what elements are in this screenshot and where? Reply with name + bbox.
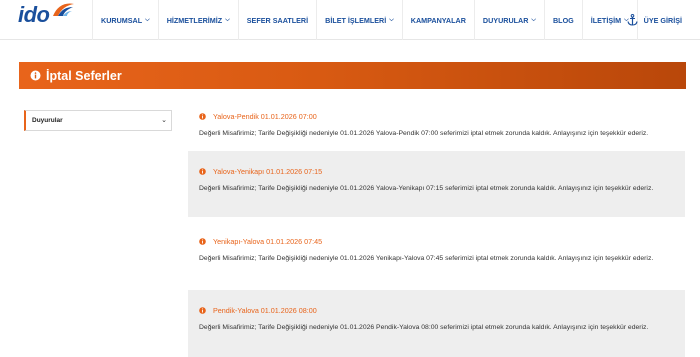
info-circle-icon (199, 238, 206, 245)
nav-item-label: BLOG (552, 15, 574, 25)
wave-logo-icon (51, 2, 75, 23)
announcement-body: Değerli Misafirimiz; Tarife Değişikliği … (199, 324, 649, 331)
page-title-bar: İptal Seferler (19, 62, 686, 89)
announcement-item: Yalova-Pendik 01.01.2026 07:00 Değerli M… (188, 106, 685, 148)
nav-item-label: DUYURULAR (482, 15, 529, 25)
nav-item-label: SEFER SAATLERİ (246, 15, 309, 25)
announcement-item: Yenikapı-Yalova 01.01.2026 07:45 Değerli… (188, 221, 685, 287)
nav-item-hizmetlerimiz[interactable]: HİZMETLERİMİZ ⌵ (159, 0, 239, 40)
nav-item-label: HİZMETLERİMİZ (166, 15, 223, 25)
chevron-down-icon: ⌵ (225, 16, 230, 23)
nav-item-label: BİLET İŞLEMLERİ (325, 15, 387, 25)
announcement-title[interactable]: Yalova-Pendik 01.01.2026 07:00 (199, 112, 317, 121)
main-nav: KURUMSAL ⌵ HİZMETLERİMİZ ⌵ SEFER SAATLER… (92, 0, 638, 40)
chevron-down-icon: ⌵ (145, 16, 150, 23)
category-select-value: Duyurular (32, 117, 63, 124)
nav-item-sefer-saatleri[interactable]: SEFER SAATLERİ (239, 0, 318, 40)
announcement-body: Değerli Misafirimiz; Tarife Değişikliği … (199, 130, 649, 137)
announcement-title-text: Yenikapı-Yalova 01.01.2026 07:45 (213, 237, 323, 246)
chevron-down-icon: ⌄ (161, 117, 167, 124)
category-select[interactable]: Duyurular ⌄ (24, 110, 172, 131)
info-circle-icon (199, 307, 206, 314)
announcement-item: Pendik-Yalova 01.01.2026 08:00 Değerli M… (188, 290, 685, 357)
logo-text: ido (18, 2, 50, 27)
anchor-icon (627, 14, 638, 26)
info-circle-icon (199, 168, 206, 175)
info-circle-icon (199, 113, 206, 120)
announcement-title[interactable]: Yenikapı-Yalova 01.01.2026 07:45 (199, 237, 322, 246)
site-header: ido KURUMSAL ⌵ HİZMETLERİMİZ ⌵ SEFER SAA… (0, 0, 700, 40)
announcement-title-text: Yalova-Yenikapı 01.01.2026 07:15 (213, 167, 323, 176)
page-title: İptal Seferler (46, 68, 122, 83)
announcement-item: Yalova-Yenikapı 01.01.2026 07:15 Değerli… (188, 151, 685, 217)
nav-item-label: İLETİŞİM (590, 15, 622, 25)
announcement-body: Değerli Misafirimiz; Tarife Değişikliği … (199, 255, 654, 262)
announcement-body: Değerli Misafirimiz; Tarife Değişikliği … (199, 185, 654, 192)
nav-item-label: KURUMSAL (101, 15, 143, 25)
member-login-link[interactable]: ÜYE GİRİŞİ (627, 0, 682, 40)
nav-item-blog[interactable]: BLOG (545, 0, 583, 40)
nav-item-bilet-islemleri[interactable]: BİLET İŞLEMLERİ ⌵ (317, 0, 403, 40)
nav-item-duyurular[interactable]: DUYURULAR ⌵ (475, 0, 545, 40)
announcement-title[interactable]: Yalova-Yenikapı 01.01.2026 07:15 (199, 167, 322, 176)
ido-logo[interactable]: ido (18, 2, 75, 28)
announcement-title[interactable]: Pendik-Yalova 01.01.2026 08:00 (199, 306, 317, 315)
announcement-title-text: Yalova-Pendik 01.01.2026 07:00 (213, 112, 317, 121)
nav-item-kurumsal[interactable]: KURUMSAL ⌵ (92, 0, 159, 40)
nav-item-label: KAMPANYALAR (410, 15, 466, 25)
nav-item-kampanyalar[interactable]: KAMPANYALAR (403, 0, 475, 40)
announcement-title-text: Pendik-Yalova 01.01.2026 08:00 (213, 306, 317, 315)
chevron-down-icon: ⌵ (389, 16, 394, 23)
member-login-label: ÜYE GİRİŞİ (643, 15, 682, 25)
info-circle-icon (30, 70, 41, 81)
chevron-down-icon: ⌵ (531, 16, 536, 23)
